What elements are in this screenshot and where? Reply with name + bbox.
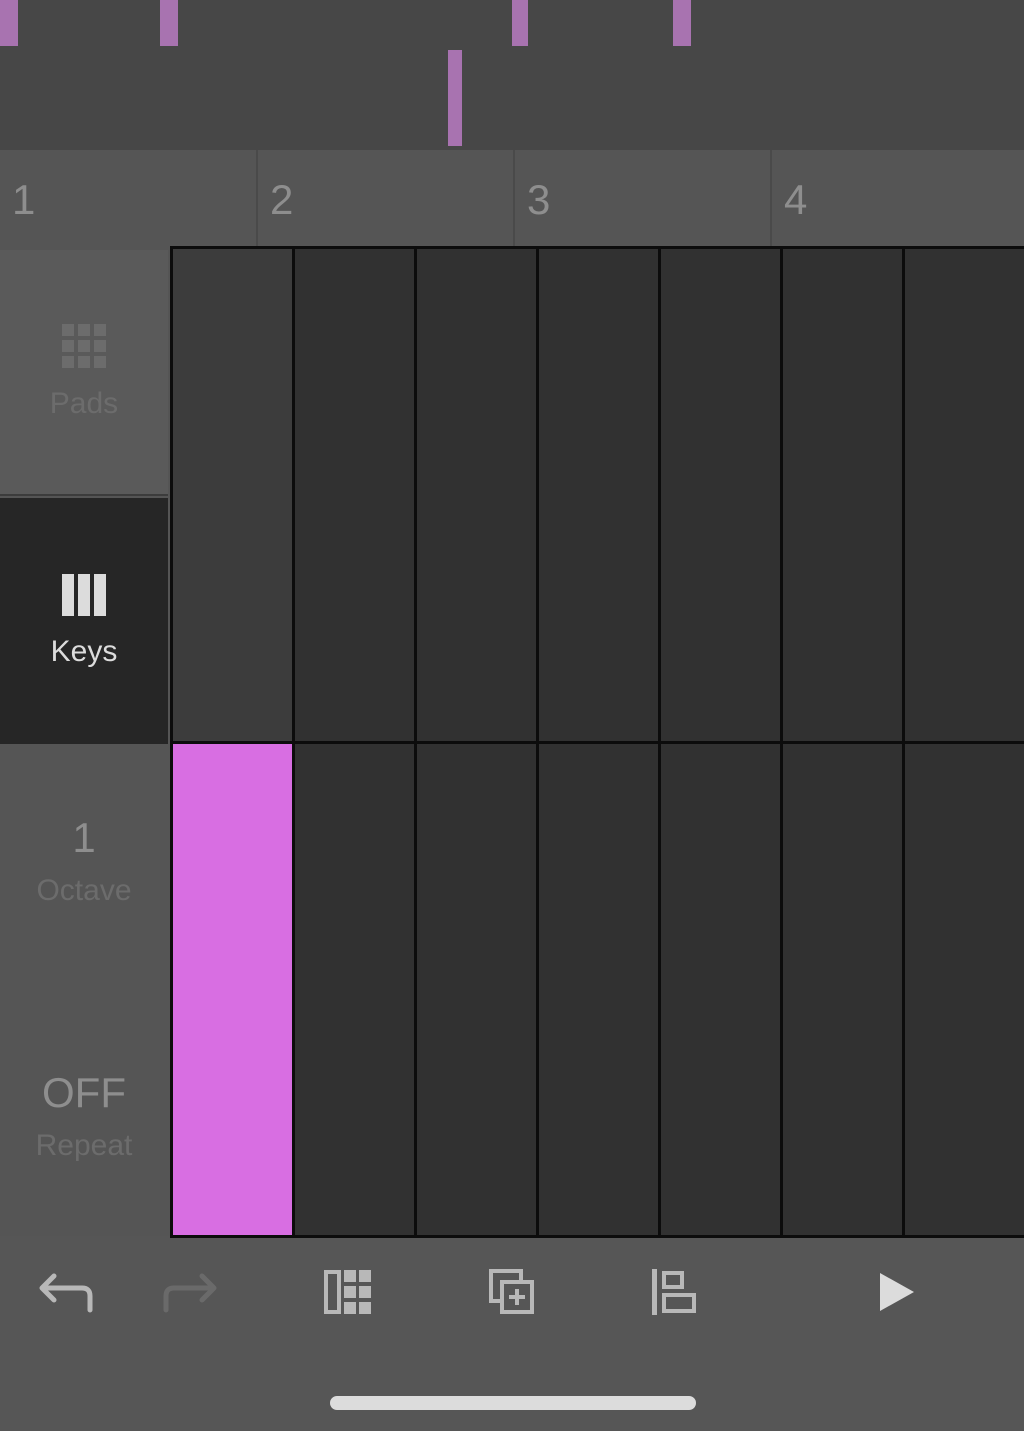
duplicate-add-icon (488, 1268, 536, 1316)
note-overview[interactable] (0, 0, 1024, 150)
grid-cell[interactable] (783, 249, 902, 741)
grid-cell[interactable] (905, 743, 1024, 1235)
bar-label: 1 (12, 176, 36, 223)
duplicate-button[interactable] (480, 1260, 544, 1324)
side-panel: Pads Keys 1 Octave OFF Repeat (0, 246, 170, 1236)
pads-button[interactable]: Pads (0, 250, 168, 496)
grid-cell[interactable] (417, 743, 536, 1235)
home-indicator[interactable] (330, 1396, 696, 1410)
keys-button[interactable]: Keys (0, 498, 168, 744)
bar-4[interactable]: 4 (770, 150, 1024, 246)
toolbar (0, 1238, 1024, 1348)
grid-cell[interactable] (417, 249, 536, 741)
grid-cell[interactable] (539, 249, 658, 741)
note-marker (448, 50, 462, 146)
note-marker (673, 0, 691, 46)
grid-icon (62, 323, 106, 373)
grid-cell[interactable] (661, 743, 780, 1235)
align-left-icon (650, 1269, 698, 1315)
note-grid (170, 246, 1024, 1238)
grid-cell[interactable] (783, 743, 902, 1235)
repeat-label: Repeat (35, 1129, 133, 1162)
repeat-value: OFF (42, 1069, 126, 1116)
undo-button[interactable] (32, 1260, 96, 1324)
note-marker (160, 0, 178, 46)
octave-value: 1 (72, 814, 96, 861)
bar-label: 2 (270, 176, 294, 223)
play-button[interactable] (864, 1260, 928, 1324)
grid-cell[interactable] (173, 743, 292, 1235)
redo-button[interactable] (160, 1260, 224, 1324)
layout-grid-icon (324, 1270, 372, 1314)
octave-label: Octave (36, 874, 132, 907)
bar-label: 3 (527, 176, 551, 223)
align-button[interactable] (642, 1260, 706, 1324)
bar-1[interactable]: 1 (0, 150, 256, 246)
note-marker (0, 0, 18, 46)
grid-cell[interactable] (539, 743, 658, 1235)
octave-control[interactable]: 1 Octave (0, 746, 168, 976)
pads-label: Pads (49, 386, 119, 420)
grid-cell[interactable] (295, 249, 414, 741)
grid-cell[interactable] (295, 743, 414, 1235)
bar-3[interactable]: 3 (513, 150, 770, 246)
layout-button[interactable] (316, 1260, 380, 1324)
bar-label: 4 (784, 176, 808, 223)
bar-ruler: 1 2 3 4 (0, 150, 1024, 246)
undo-icon (34, 1270, 94, 1314)
piano-keys-icon (62, 573, 106, 621)
keys-label: Keys (50, 634, 118, 668)
bar-2[interactable]: 2 (256, 150, 513, 246)
play-icon (876, 1271, 916, 1313)
redo-icon (162, 1270, 222, 1314)
grid-cell[interactable] (905, 249, 1024, 741)
app: 1 2 3 4 Pads Keys 1 Octave OFF Repeat (0, 0, 1024, 1431)
repeat-control[interactable]: OFF Repeat (0, 998, 168, 1234)
grid-cell[interactable] (173, 249, 292, 741)
note-marker (512, 0, 528, 46)
grid-cell[interactable] (661, 249, 780, 741)
